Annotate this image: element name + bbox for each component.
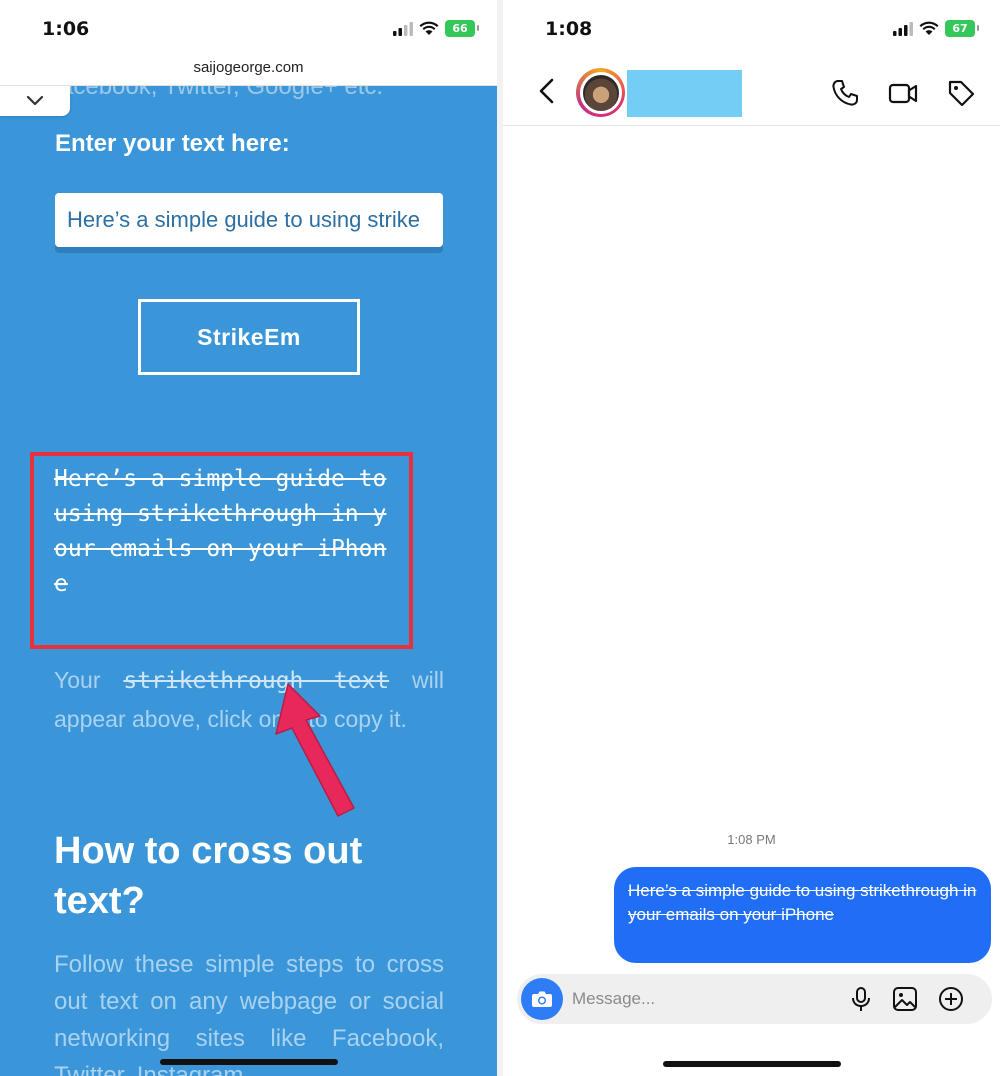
battery-icon: 67 bbox=[945, 20, 979, 37]
cellular-icon bbox=[893, 21, 913, 36]
collapse-toolbar-button[interactable] bbox=[0, 86, 70, 116]
home-indicator bbox=[663, 1061, 841, 1067]
hint-text: Your strikethrough text will appear abov… bbox=[54, 661, 444, 738]
section-heading: How to cross out text? bbox=[54, 830, 363, 922]
status-bar: 1:08 67 bbox=[503, 0, 1000, 56]
web-content: acebook, Twitter, Google+ etc. Enter you… bbox=[0, 86, 497, 1076]
text-input[interactable]: Here’s a simple guide to using strike bbox=[55, 193, 443, 247]
pointer-arrow-icon bbox=[275, 683, 355, 817]
redacted-username[interactable] bbox=[627, 70, 742, 117]
tag-icon[interactable] bbox=[946, 78, 976, 108]
partial-text: acebook, Twitter, Google+ etc. bbox=[60, 86, 384, 100]
video-icon[interactable] bbox=[888, 78, 918, 108]
wifi-icon bbox=[919, 21, 939, 35]
input-value: Here’s a simple guide to using strike bbox=[67, 207, 420, 232]
status-icons: 67 bbox=[893, 20, 979, 37]
message-input[interactable]: Message... bbox=[572, 989, 655, 1009]
url-bar[interactable]: saijogeorge.com bbox=[0, 56, 497, 86]
wifi-icon bbox=[419, 21, 439, 35]
status-time: 1:06 bbox=[42, 18, 90, 40]
message-bubble[interactable]: Here’s a simple guide to using strikethr… bbox=[614, 867, 991, 963]
status-icons: 66 bbox=[393, 20, 479, 37]
gallery-icon[interactable] bbox=[891, 985, 919, 1013]
camera-icon bbox=[532, 991, 552, 1007]
battery-icon: 66 bbox=[445, 20, 479, 37]
hint-before: Your bbox=[54, 667, 124, 693]
message-composer[interactable]: Message... bbox=[517, 974, 992, 1024]
home-indicator bbox=[160, 1059, 338, 1065]
chat-header bbox=[503, 58, 1000, 126]
right-screenshot: 1:08 67 1:08 PM Here’s a simple guide to… bbox=[503, 0, 1000, 1076]
input-label: Enter your text here: bbox=[55, 130, 290, 157]
microphone-icon[interactable] bbox=[847, 985, 875, 1013]
message-timestamp: 1:08 PM bbox=[727, 832, 776, 847]
cellular-icon bbox=[393, 21, 413, 36]
avatar-image bbox=[579, 71, 622, 114]
chevron-down-icon bbox=[26, 95, 44, 106]
strikeem-button[interactable]: StrikeEm bbox=[138, 299, 360, 375]
camera-button[interactable] bbox=[521, 978, 563, 1020]
status-bar: 1:06 66 bbox=[0, 0, 497, 56]
phone-icon[interactable] bbox=[830, 78, 860, 108]
status-time: 1:08 bbox=[545, 18, 593, 40]
add-icon[interactable] bbox=[937, 985, 965, 1013]
message-text: Here’s a simple guide to using strikethr… bbox=[628, 881, 977, 924]
back-icon[interactable] bbox=[533, 76, 561, 106]
avatar[interactable] bbox=[576, 68, 625, 117]
strikethrough-output[interactable]: Here’s a simple guide to using strikethr… bbox=[54, 462, 394, 602]
left-screenshot: 1:06 66 saijogeorge.com acebook, Twitter… bbox=[0, 0, 497, 1076]
section-body: Follow these simple steps to cross out t… bbox=[54, 951, 444, 1076]
